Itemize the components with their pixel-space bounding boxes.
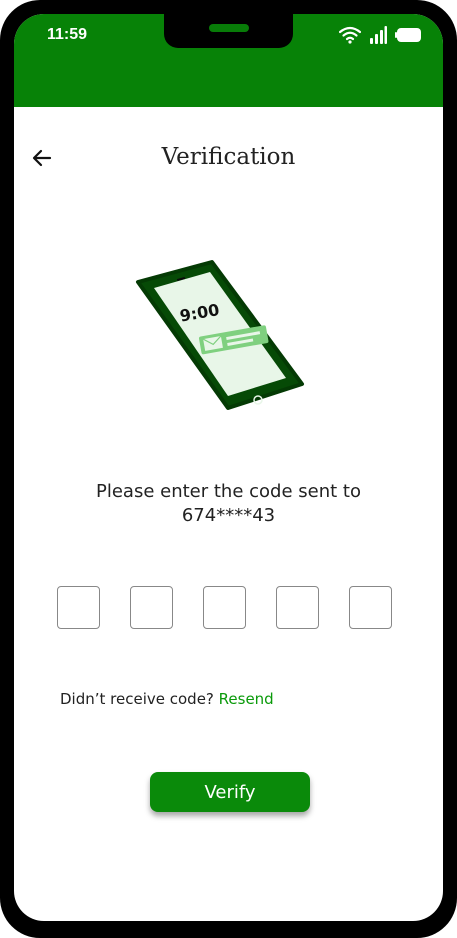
prompt-text: Please enter the code sent to (96, 481, 361, 502)
otp-digit-4[interactable] (276, 586, 319, 629)
signal-icon (370, 26, 387, 44)
otp-digit-3[interactable] (203, 586, 246, 629)
screen: 11:59 Verification 9:00 Please enter the… (14, 14, 443, 921)
otp-input-row (57, 586, 392, 629)
resend-line: Didn’t receive code? Resend (60, 690, 274, 708)
verify-button[interactable]: Verify (150, 772, 310, 812)
resend-question: Didn’t receive code? (60, 690, 219, 708)
masked-phone-number: 674****43 (181, 505, 276, 526)
device-frame: 11:59 Verification 9:00 Please enter the… (0, 0, 457, 938)
otp-digit-2[interactable] (130, 586, 173, 629)
speaker-pill (209, 24, 249, 32)
status-icons (339, 26, 423, 44)
status-bar: 11:59 (14, 14, 443, 107)
resend-link[interactable]: Resend (219, 690, 274, 708)
code-prompt: Please enter the code sent to 674****43 (14, 480, 443, 528)
wifi-icon (339, 26, 361, 44)
phone-illustration: 9:00 (136, 260, 304, 410)
otp-digit-5[interactable] (349, 586, 392, 629)
status-time: 11:59 (47, 26, 88, 43)
camera-notch (164, 14, 293, 48)
battery-icon (395, 28, 421, 42)
page-title: Verification (161, 144, 296, 170)
otp-digit-1[interactable] (57, 586, 100, 629)
